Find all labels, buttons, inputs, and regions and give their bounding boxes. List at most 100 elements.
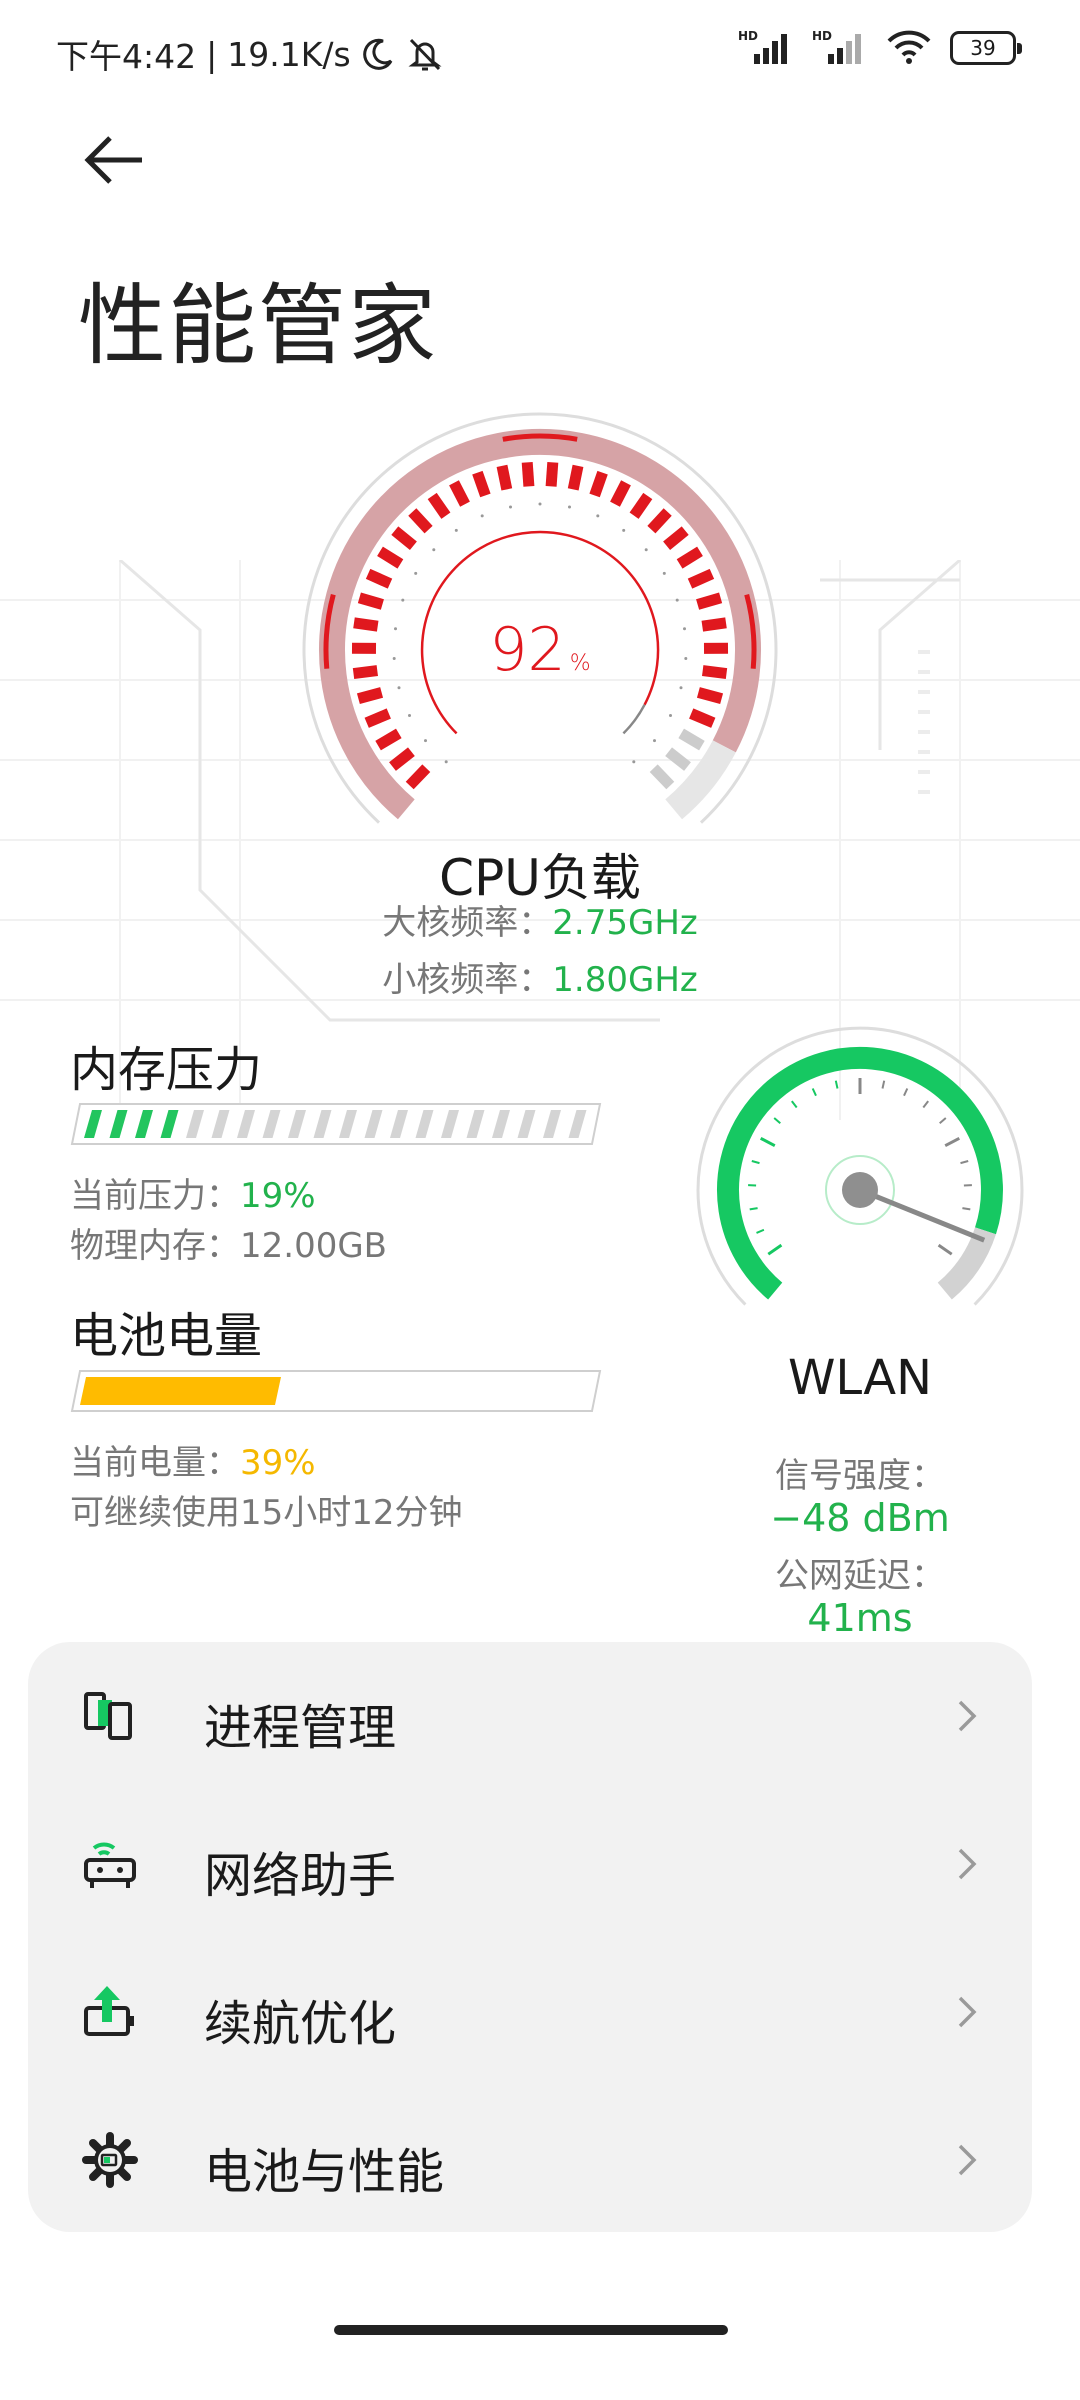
wlan-gauge-tick: [939, 1117, 947, 1124]
battery-level-value: 39%: [240, 1443, 316, 1483]
cpu-gauge-segment: [427, 492, 451, 519]
wlan-latency-label: 公网延迟：: [775, 1556, 945, 1596]
cpu-gauge-segment: [687, 568, 715, 589]
cpu-gauge-dot: [538, 502, 542, 506]
cpu-load-value: 92%: [430, 615, 650, 685]
cpu-gauge-dot: [644, 548, 648, 552]
wlan-gauge-tick: [749, 1207, 758, 1211]
process-icon: [84, 1692, 132, 1740]
wlan-gauge-tick: [962, 1207, 971, 1211]
cpu-load-number: 92: [489, 615, 566, 685]
moon-icon: [362, 38, 392, 70]
cpu-gauge-dot: [596, 514, 600, 518]
battery-bar-fill: [80, 1377, 281, 1405]
home-indicator[interactable]: [334, 2325, 728, 2335]
cpu-gauge-dot: [684, 657, 688, 660]
wlan-gauge-tick: [751, 1160, 760, 1165]
cpu-gauge-segment: [545, 462, 559, 487]
status-left: 下午4:42 | 19.1K/s: [56, 30, 445, 78]
wlan-signal-value: −48 dBm: [770, 1496, 950, 1540]
status-net-speed: 19.1K/s: [227, 34, 351, 74]
cpu-gauge-segment: [665, 747, 691, 771]
wlan-signal-label: 信号强度：: [775, 1456, 945, 1496]
memory-pressure-value: 19%: [240, 1176, 316, 1216]
wifi-icon: [887, 30, 931, 64]
battery-remaining-text: 可继续使用15小时12分钟: [70, 1493, 463, 1533]
cpu-gauge-segment: [472, 470, 491, 498]
wlan-gauge-tick: [834, 1080, 839, 1089]
wlan-label: WLAN: [787, 1350, 933, 1406]
cpu-gauge-segment: [356, 687, 384, 705]
status-bar: 下午4:42 | 19.1K/s HD HD 39: [0, 0, 1080, 100]
cpu-gauge-segment: [365, 568, 393, 589]
small-core-label: 小核频率：: [382, 960, 553, 1000]
chevron-right-icon: [958, 1996, 977, 2028]
menu-item-network-assistant[interactable]: 网络助手: [28, 1790, 1032, 1938]
cpu-gauge-dot: [632, 760, 636, 764]
wlan-gauge-tick: [937, 1243, 953, 1256]
cpu-gauge-inner-arc-rest: [622, 704, 646, 735]
chevron-right-icon: [958, 1700, 977, 1732]
cpu-gauge-segment: [405, 764, 431, 790]
wlan-gauge-tick: [922, 1100, 929, 1109]
cpu-gauge-dot: [653, 739, 656, 743]
battery-level-info: 当前电量：39%: [70, 1435, 316, 1484]
big-core-frequency: 大核频率：2.75GHz: [0, 895, 1080, 944]
cpu-gauge-segment: [391, 526, 417, 551]
cpu-gauge-dot: [401, 598, 405, 602]
cpu-gauge-segment: [647, 508, 672, 534]
battery-title: 电池电量: [70, 1308, 263, 1364]
cpu-gauge-dot: [444, 760, 448, 764]
menu-item-battery-optimization[interactable]: 续航优化: [28, 1938, 1032, 2086]
gear-icon: [82, 2132, 138, 2188]
cpu-gauge-dot: [397, 686, 401, 690]
wlan-gauge-tick: [903, 1088, 909, 1097]
physical-memory-value: 12.00GB: [240, 1226, 388, 1266]
battery-level: 39: [970, 36, 996, 60]
cpu-gauge-dot: [414, 571, 418, 575]
cpu-gauge-segment: [701, 617, 727, 632]
menu-card: 进程管理 网络助手 续航优化 电池与性能: [28, 1642, 1032, 2232]
wlan-gauge-tick: [811, 1088, 817, 1097]
memory-title: 内存压力: [70, 1042, 263, 1098]
cpu-gauge-segment: [375, 728, 402, 751]
signal-icon: HD: [812, 29, 861, 64]
menu-item-label: 进程管理: [204, 1700, 397, 1756]
cpu-gauge-dot: [408, 714, 411, 717]
memory-pressure-label: 当前压力：: [70, 1176, 240, 1216]
memory-pressure-bar: [70, 1103, 602, 1145]
cpu-gauge-segment: [408, 508, 433, 534]
wlan-gauge-tick: [756, 1228, 765, 1234]
cpu-gauge-segment: [589, 470, 608, 498]
wlan-gauge-tick: [773, 1117, 781, 1124]
wlan-gauge-tick: [960, 1160, 969, 1165]
cpu-gauge-segment: [702, 665, 728, 680]
menu-item-label: 续航优化: [204, 1996, 397, 2052]
cpu-gauge-dot: [432, 548, 436, 552]
menu-item-battery-performance[interactable]: 电池与性能: [28, 2086, 1032, 2234]
small-core-value: 1.80GHz: [552, 960, 698, 1000]
cpu-gauge-segment: [610, 480, 631, 507]
cpu-gauge-segment: [696, 592, 723, 610]
cpu-gauge-dot: [480, 514, 484, 518]
chevron-right-icon: [958, 2144, 977, 2176]
page-title: 性能管家: [78, 274, 439, 377]
small-core-frequency: 小核频率：1.80GHz: [0, 952, 1080, 1001]
status-time: 下午4:42: [56, 37, 197, 76]
menu-item-process-management[interactable]: 进程管理: [28, 1642, 1032, 1790]
battery-icon: 39: [950, 31, 1022, 65]
router-icon: [84, 1842, 136, 1888]
cpu-gauge-segment: [629, 492, 653, 519]
physical-memory-info: 物理内存：12.00GB: [70, 1218, 387, 1267]
battery-level-label: 当前电量：: [70, 1443, 240, 1483]
cpu-gauge-segment: [663, 526, 689, 551]
cpu-gauge-segment: [678, 728, 705, 751]
signal-icon: HD: [738, 29, 787, 64]
cpu-gauge-dot: [568, 505, 571, 509]
arrow-left-icon[interactable]: [80, 130, 160, 190]
cpu-gauge-segment: [649, 764, 675, 790]
cpu-gauge-dot: [392, 657, 396, 660]
wlan-latency-value: 41ms: [807, 1596, 913, 1640]
status-right: HD HD 39: [738, 28, 1022, 68]
cpu-gauge-dot: [662, 571, 666, 575]
